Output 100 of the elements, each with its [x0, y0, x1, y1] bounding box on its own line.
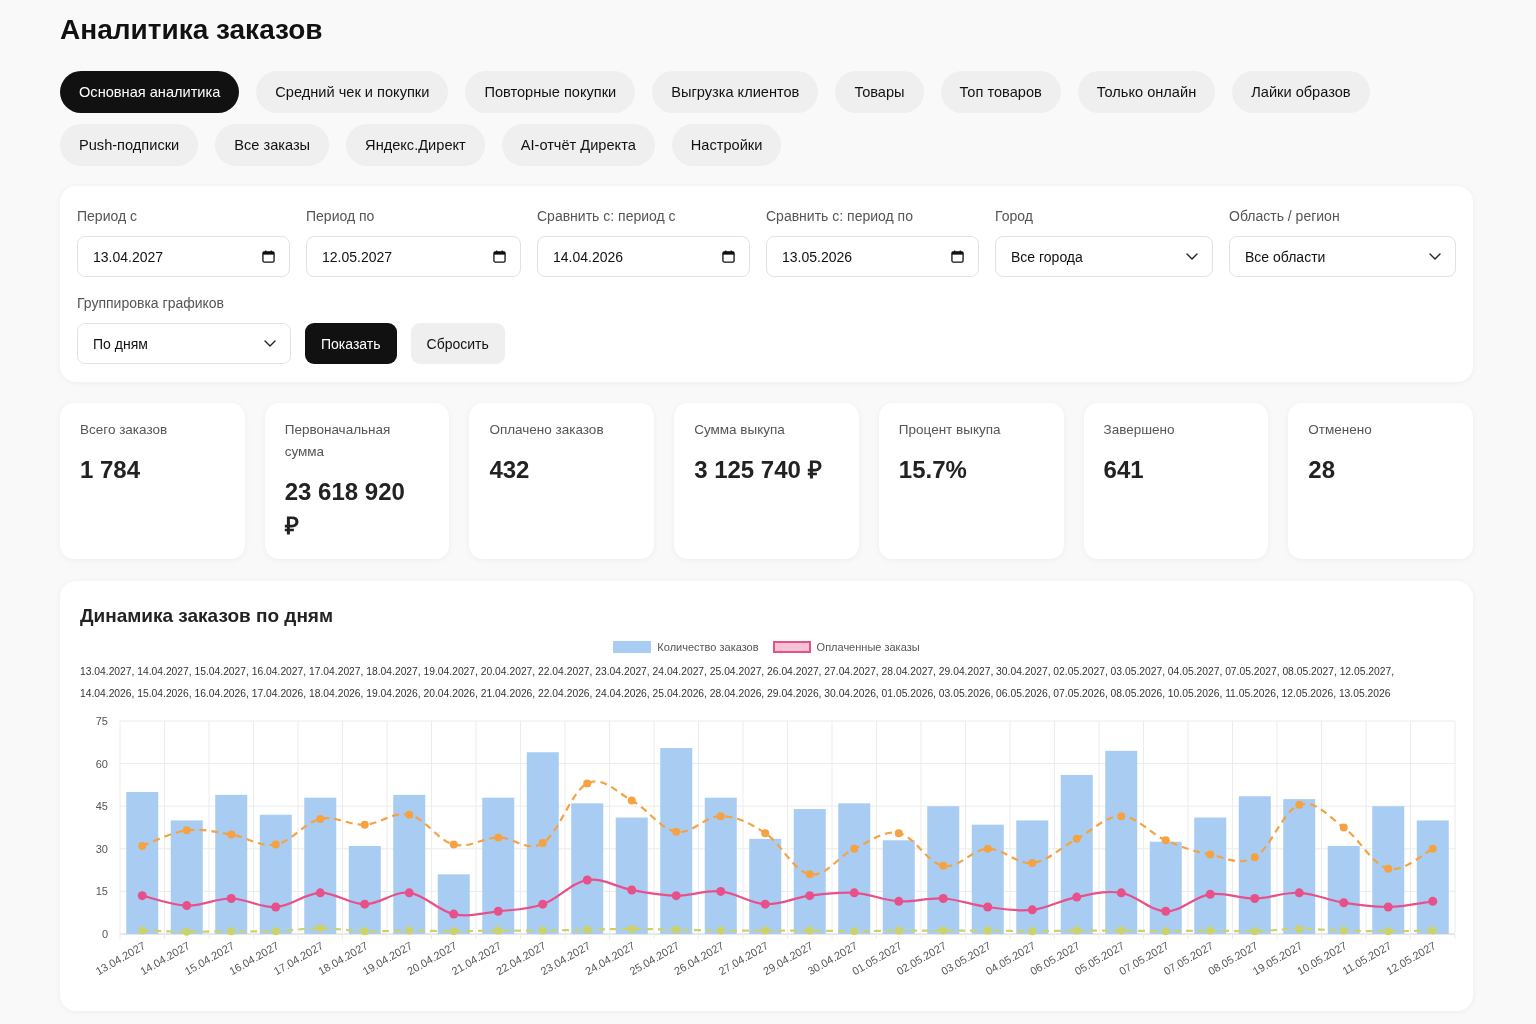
data-point	[627, 924, 636, 933]
data-point	[226, 894, 236, 903]
stat-label: Первоначальная сумма	[284, 421, 392, 461]
stat-label: Завершено	[1103, 421, 1176, 439]
data-point	[1250, 927, 1259, 936]
data-point	[894, 926, 903, 935]
data-point	[671, 891, 681, 901]
reset-button[interactable]: Сбросить	[410, 323, 505, 364]
stat-value: 28	[1308, 455, 1336, 485]
tab[interactable]: Топ товаров	[940, 71, 1061, 113]
field-label: Сравнить с: период с	[537, 207, 677, 226]
data-point	[627, 885, 637, 895]
field-label: Город	[995, 207, 1034, 226]
data-point	[227, 927, 236, 936]
tab[interactable]: Товары	[835, 71, 924, 113]
data-point	[1161, 836, 1170, 845]
data-point	[805, 870, 814, 879]
data-point	[894, 829, 903, 838]
select-field[interactable]: Все города	[995, 236, 1213, 277]
calendar-icon[interactable]	[951, 250, 964, 263]
swatch-icon	[613, 641, 652, 653]
data-point	[938, 894, 948, 903]
field-label: Группировка графиков	[77, 294, 226, 313]
stat-value: 1 784	[80, 455, 142, 485]
swatch-icon	[772, 641, 811, 653]
calendar-icon[interactable]	[262, 250, 275, 263]
data-point	[360, 899, 370, 909]
data-point	[983, 926, 992, 935]
data-point	[360, 820, 369, 829]
tab[interactable]: AI-отчёт Директа	[501, 124, 655, 166]
data-point	[449, 927, 458, 936]
date-field[interactable]: 13.05.2026	[766, 236, 979, 277]
data-point	[1116, 888, 1126, 898]
data-point	[1294, 888, 1304, 898]
data-point	[182, 927, 191, 936]
field-label: Период по	[306, 207, 376, 226]
data-point	[271, 927, 280, 936]
date-field[interactable]: 13.04.2027	[77, 236, 290, 277]
page-title: Аналитика заказов	[60, 13, 324, 47]
data-point	[538, 926, 547, 935]
data-point	[761, 926, 770, 935]
select-field[interactable]: По дням	[77, 323, 291, 364]
chevron-down-icon[interactable]	[1429, 253, 1441, 260]
stat-label: Оплачено заказов	[489, 421, 605, 439]
field-label: Период с	[77, 207, 138, 226]
y-axis-label: 45	[95, 800, 108, 813]
field-label: Сравнить с: период по	[766, 207, 914, 226]
data-point	[1072, 926, 1081, 935]
tab[interactable]: Настройки	[671, 124, 782, 166]
calendar-icon[interactable]	[493, 250, 506, 263]
data-point	[1028, 927, 1037, 936]
data-point	[360, 927, 369, 936]
y-axis-label: 15	[95, 885, 108, 898]
date-list-text: 13.04.2027, 14.04.2027, 15.04.2027, 16.04.2027, 17.04.2027, 18.04.2027, 19.04.2027, 20.04.2027, 22.04.2027, 23.04.2027, 24.04.2027, 25.04.2027, 26.04.2027, 27.04.2027, 28.04.2027, 29.04.2027, 30.04.2027, 02.05.2027, 03.05.2027, 04.05.2027, 07.05.2027, 08.05.2027, 12.05.2027,	[80, 665, 1396, 679]
chevron-down-icon[interactable]	[1186, 253, 1198, 260]
tab[interactable]: Все заказы	[215, 124, 330, 166]
select-field[interactable]: Все области	[1229, 236, 1456, 277]
tab[interactable]: Лайки образов	[1232, 71, 1370, 113]
data-point	[405, 810, 414, 819]
legend-label[interactable]: Количество заказов	[657, 641, 759, 653]
data-point	[449, 840, 458, 849]
data-point	[983, 844, 992, 853]
data-point	[1028, 859, 1037, 867]
data-point	[1117, 926, 1126, 935]
data-point	[1428, 926, 1437, 935]
data-point	[1206, 850, 1215, 859]
data-point	[1161, 927, 1170, 936]
data-point	[182, 901, 192, 911]
tab[interactable]: Повторные покупки	[465, 71, 636, 113]
data-point	[137, 891, 147, 901]
data-point	[894, 896, 904, 906]
tab[interactable]: Push-подписки	[60, 124, 199, 166]
data-point	[182, 826, 191, 835]
data-point	[449, 909, 459, 919]
stat-label: Сумма выкупа	[694, 421, 786, 439]
legend-label[interactable]: Оплаченные заказы	[816, 641, 920, 653]
data-point	[227, 830, 236, 839]
y-axis-label: 30	[95, 842, 108, 855]
show-button[interactable]: Показать	[305, 323, 397, 364]
tab[interactable]: Только онлайн	[1077, 71, 1216, 113]
stat-label: Всего заказов	[80, 421, 169, 439]
tab[interactable]: Основная аналитика	[60, 71, 240, 113]
data-point	[494, 833, 503, 842]
date-field[interactable]: 14.04.2026	[537, 236, 750, 277]
tab[interactable]: Выгрузка клиентов	[652, 71, 819, 113]
data-point	[583, 925, 592, 934]
calendar-icon[interactable]	[722, 250, 735, 263]
tab[interactable]: Средний чек и покупки	[256, 71, 449, 113]
data-point	[1384, 927, 1393, 936]
data-point	[538, 839, 547, 848]
data-point	[761, 829, 770, 838]
stat-value: 3 125 740 ₽	[694, 455, 823, 485]
data-point	[1205, 889, 1215, 899]
data-point	[1384, 864, 1393, 873]
tab[interactable]: Яндекс.Директ	[346, 124, 485, 166]
y-axis-label: 0	[101, 928, 108, 940]
y-axis-label: 75	[95, 715, 108, 727]
chevron-down-icon[interactable]	[264, 340, 276, 347]
date-field[interactable]: 12.05.2027	[306, 236, 521, 277]
data-point	[849, 888, 859, 898]
